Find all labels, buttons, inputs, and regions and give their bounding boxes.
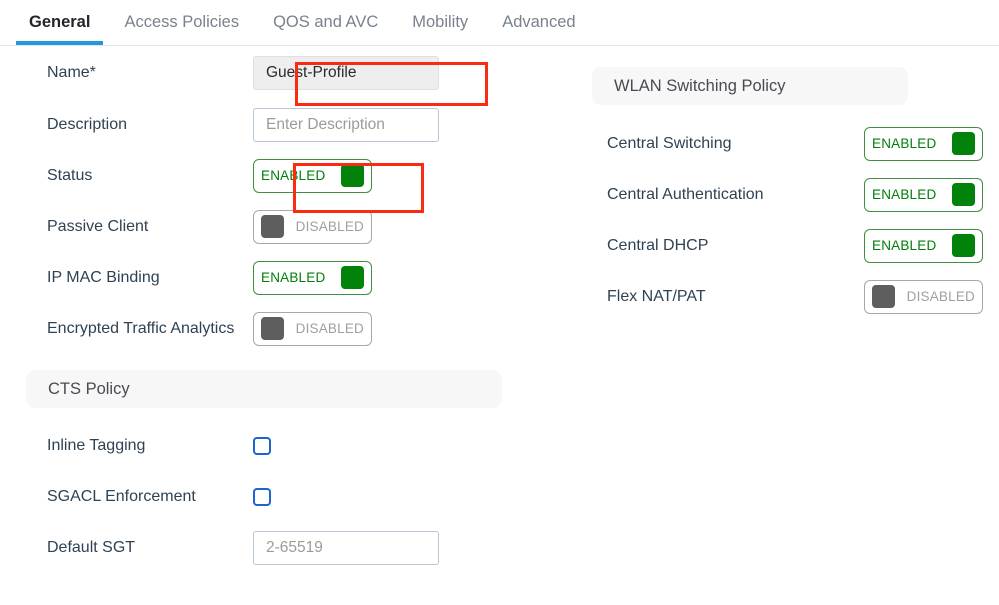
central-authentication-toggle[interactable]: ENABLED: [864, 177, 983, 212]
description-input[interactable]: [253, 107, 439, 142]
tab-access-policies-label: Access Policies: [124, 13, 240, 31]
status-control: ENABLED: [253, 158, 372, 193]
default-sgt-label: Default SGT: [47, 538, 136, 556]
inline-tagging-control: [253, 436, 271, 455]
tab-general-label: General: [29, 13, 91, 31]
encrypted-traffic-analytics-toggle[interactable]: DISABLED: [253, 311, 372, 346]
central-dhcp-label: Central DHCP: [607, 236, 709, 254]
central-switching-control: ENABLED: [864, 126, 983, 161]
wlan-switching-policy-section-header: WLAN Switching Policy: [592, 67, 908, 105]
ip-mac-binding-label: IP MAC Binding: [47, 268, 160, 286]
tab-general[interactable]: General: [12, 0, 107, 45]
default-sgt-control: [253, 530, 439, 565]
status-toggle-knob: [341, 164, 364, 187]
wlan-switching-policy-title: WLAN Switching Policy: [614, 76, 786, 95]
cts-policy-section-header: CTS Policy: [26, 370, 502, 408]
inline-tagging-label: Inline Tagging: [47, 436, 146, 454]
encrypted-traffic-analytics-control: DISABLED: [253, 311, 372, 346]
sgacl-enforcement-checkbox[interactable]: [253, 487, 271, 506]
central-switching-toggle[interactable]: ENABLED: [864, 126, 983, 161]
encrypted-traffic-analytics-toggle-knob: [261, 317, 284, 340]
central-authentication-control: ENABLED: [864, 177, 983, 212]
flex-nat-pat-toggle-label: DISABLED: [906, 289, 975, 304]
description-label: Description: [47, 115, 128, 133]
central-switching-toggle-knob: [952, 132, 975, 155]
row-passive-client: Passive Client DISABLED: [0, 201, 540, 252]
sgacl-enforcement-label: SGACL Enforcement: [47, 487, 196, 505]
row-default-sgt: Default SGT: [0, 522, 540, 573]
cts-policy-title: CTS Policy: [48, 379, 130, 398]
central-dhcp-toggle-label: ENABLED: [872, 238, 937, 253]
flex-nat-pat-toggle-knob: [872, 285, 895, 308]
row-inline-tagging: Inline Tagging: [0, 420, 540, 471]
status-toggle[interactable]: ENABLED: [253, 158, 372, 193]
inline-tagging-checkbox[interactable]: [253, 436, 271, 455]
ip-mac-binding-control: ENABLED: [253, 260, 372, 295]
passive-client-control: DISABLED: [253, 209, 372, 244]
tab-qos-and-avc[interactable]: QOS and AVC: [256, 0, 395, 45]
default-sgt-input[interactable]: [253, 530, 439, 565]
description-control: [253, 107, 439, 142]
row-name: Name*: [0, 46, 540, 99]
name-control: [253, 55, 439, 90]
tab-advanced[interactable]: Advanced: [485, 0, 592, 45]
encrypted-traffic-analytics-label: Encrypted Traffic Analytics: [47, 319, 235, 337]
central-switching-toggle-label: ENABLED: [872, 136, 937, 151]
tab-mobility[interactable]: Mobility: [395, 0, 485, 45]
central-authentication-label: Central Authentication: [607, 185, 764, 203]
row-central-authentication: Central Authentication ENABLED: [560, 169, 999, 220]
central-dhcp-control: ENABLED: [864, 228, 983, 263]
tab-qos-and-avc-label: QOS and AVC: [273, 13, 379, 31]
tab-advanced-label: Advanced: [502, 13, 576, 31]
ip-mac-binding-toggle-knob: [341, 266, 364, 289]
passive-client-label: Passive Client: [47, 217, 149, 235]
row-description: Description: [0, 99, 540, 150]
passive-client-toggle-label: DISABLED: [295, 219, 364, 234]
ip-mac-binding-toggle-label: ENABLED: [261, 270, 326, 285]
flex-nat-pat-control: DISABLED: [864, 279, 983, 314]
passive-client-toggle[interactable]: DISABLED: [253, 209, 372, 244]
row-central-dhcp: Central DHCP ENABLED: [560, 220, 999, 271]
row-flex-nat-pat: Flex NAT/PAT DISABLED: [560, 271, 999, 322]
central-authentication-toggle-knob: [952, 183, 975, 206]
wlan-switching-policy-column: WLAN Switching Policy Central Switching …: [560, 46, 999, 322]
passive-client-toggle-knob: [261, 215, 284, 238]
row-status: Status ENABLED: [0, 150, 540, 201]
row-sgacl-enforcement: SGACL Enforcement: [0, 471, 540, 522]
status-toggle-label: ENABLED: [261, 168, 326, 183]
central-authentication-toggle-label: ENABLED: [872, 187, 937, 202]
encrypted-traffic-analytics-toggle-label: DISABLED: [295, 321, 364, 336]
central-dhcp-toggle-knob: [952, 234, 975, 257]
central-switching-label: Central Switching: [607, 134, 732, 152]
flex-nat-pat-label: Flex NAT/PAT: [607, 287, 706, 305]
sgacl-enforcement-control: [253, 487, 271, 506]
ip-mac-binding-toggle[interactable]: ENABLED: [253, 260, 372, 295]
row-encrypted-traffic-analytics: Encrypted Traffic Analytics DISABLED: [0, 303, 540, 354]
general-left-column: Name* Description Status ENABLED Passive…: [0, 46, 540, 573]
row-central-switching: Central Switching ENABLED: [560, 118, 999, 169]
status-label: Status: [47, 166, 93, 184]
name-label: Name*: [47, 63, 96, 81]
central-dhcp-toggle[interactable]: ENABLED: [864, 228, 983, 263]
row-ip-mac-binding: IP MAC Binding ENABLED: [0, 252, 540, 303]
tab-mobility-label: Mobility: [412, 13, 469, 31]
tab-bar: General Access Policies QOS and AVC Mobi…: [0, 0, 999, 46]
tab-access-policies[interactable]: Access Policies: [107, 0, 256, 45]
name-input[interactable]: [253, 55, 439, 90]
flex-nat-pat-toggle[interactable]: DISABLED: [864, 279, 983, 314]
